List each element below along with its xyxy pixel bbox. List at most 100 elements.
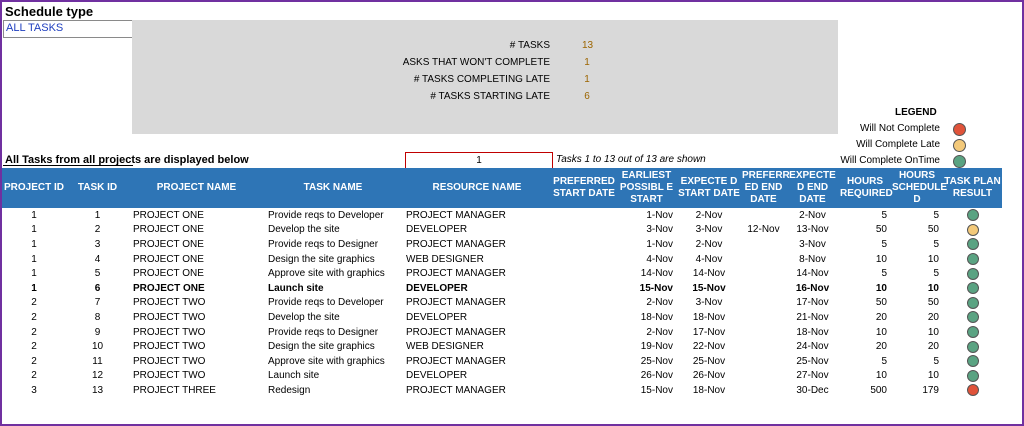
table-row[interactable]: 1 1 PROJECT ONE Provide reqs to Developer PR… xyxy=(2,208,1002,223)
table-row[interactable]: 1 2 PROJECT ONE Develop the site DEVELOPER 3-… xyxy=(2,223,1002,238)
cell-pref-start xyxy=(552,266,616,281)
yellow-dot-icon xyxy=(953,139,966,152)
legend-label-complete-ontime: Will Complete OnTime xyxy=(840,155,940,166)
cell-pref-start xyxy=(552,310,616,325)
col-header[interactable]: RESOURCE NAME xyxy=(402,168,552,208)
cell-task-plan-result xyxy=(943,383,1002,398)
cell-expected-end: 25-Nov xyxy=(796,355,829,367)
cell-project-id: 1 xyxy=(31,268,37,280)
cell-task-name: Launch site xyxy=(268,370,320,382)
cell-task-plan-result xyxy=(943,369,1002,384)
cell-project-name: PROJECT ONE xyxy=(133,209,204,221)
table-row[interactable]: 1 5 PROJECT ONE Approve site with graphics P… xyxy=(2,266,1002,281)
cell-project-name: PROJECT TWO xyxy=(133,326,206,338)
cell-hours-scheduled: 10 xyxy=(927,370,939,382)
table-row[interactable]: 2 7 PROJECT TWO Provide reqs to Developer PR… xyxy=(2,296,1002,311)
col-header[interactable]: EXPECTE D END DATE xyxy=(786,168,839,208)
cell-pref-end xyxy=(741,310,786,325)
cell-task-plan-result xyxy=(943,339,1002,354)
legend-label-complete-late: Will Complete Late xyxy=(856,139,940,150)
col-header[interactable]: EXPECTE D START DATE xyxy=(677,168,741,208)
cell-task-plan-result xyxy=(943,266,1002,281)
cell-expected-start: 2-Nov xyxy=(695,238,723,250)
cell-pref-end xyxy=(741,339,786,354)
cell-pref-start xyxy=(552,369,616,384)
col-header[interactable]: PROJECT NAME xyxy=(129,168,264,208)
schedule-type-dropdown[interactable]: ALL TASKS xyxy=(3,20,151,38)
table-row[interactable]: 2 12 PROJECT TWO Launch site DEVELOPER 26-Nov… xyxy=(2,369,1002,384)
cell-hours-scheduled: 5 xyxy=(933,355,939,367)
col-header[interactable]: TASK NAME xyxy=(264,168,402,208)
cell-hours-required: 10 xyxy=(875,282,887,294)
table-row[interactable]: 1 3 PROJECT ONE Provide reqs to Designer PRO… xyxy=(2,237,1002,252)
cell-hours-scheduled: 20 xyxy=(927,311,939,323)
cell-task-id: 10 xyxy=(91,341,104,353)
cell-task-id: 12 xyxy=(91,370,104,382)
cell-expected-end: 24-Nov xyxy=(796,341,829,353)
table-row[interactable]: 2 8 PROJECT TWO Develop the site DEVELOPER 18… xyxy=(2,310,1002,325)
cell-resource: WEB DESIGNER xyxy=(406,341,484,353)
cell-hours-required: 500 xyxy=(870,384,887,396)
cell-task-plan-result xyxy=(943,223,1002,238)
cell-project-id: 1 xyxy=(31,282,37,294)
col-header[interactable]: TASK ID xyxy=(66,168,129,208)
cell-earliest-start: 15-Nov xyxy=(640,384,673,396)
cell-earliest-start: 2-Nov xyxy=(646,297,673,309)
cell-project-name: PROJECT TWO xyxy=(133,297,206,309)
col-header[interactable]: PREFERRED START DATE xyxy=(552,168,616,208)
cell-expected-end: 30-Dec xyxy=(796,384,829,396)
cell-task-id: 9 xyxy=(94,326,101,338)
green-status-dot-icon xyxy=(966,355,979,368)
cell-hours-required: 10 xyxy=(875,253,887,265)
table-row[interactable]: 1 6 PROJECT ONE Launch site DEVELOPER 15-Nov 1… xyxy=(2,281,1002,296)
cell-hours-scheduled: 179 xyxy=(922,384,939,396)
cell-hours-scheduled: 20 xyxy=(927,341,939,353)
cell-expected-start: 18-Nov xyxy=(692,311,726,323)
cell-project-id: 2 xyxy=(31,326,37,338)
cell-task-plan-result xyxy=(943,310,1002,325)
green-status-dot-icon xyxy=(966,209,979,222)
cell-resource: PROJECT MANAGER xyxy=(406,326,506,338)
cell-expected-end: 2-Nov xyxy=(799,209,826,221)
col-header[interactable]: PROJECT ID xyxy=(2,168,66,208)
cell-project-name: PROJECT TWO xyxy=(133,370,206,382)
cell-task-id: 6 xyxy=(94,282,101,294)
cell-task-name: Approve site with graphics xyxy=(268,355,385,367)
table-row[interactable]: 2 10 PROJECT TWO Design the site graphics WE… xyxy=(2,339,1002,354)
red-dot-icon xyxy=(953,123,966,136)
cell-project-id: 2 xyxy=(31,297,37,309)
col-header[interactable]: HOURS REQUIRED xyxy=(839,168,893,208)
col-header[interactable]: HOURS SCHEDULE D xyxy=(891,168,947,208)
cell-resource: PROJECT MANAGER xyxy=(406,384,506,396)
cell-expected-start: 3-Nov xyxy=(695,224,723,236)
cell-task-plan-result xyxy=(943,208,1002,223)
cell-task-name: Provide reqs to Designer xyxy=(268,326,379,338)
cell-project-id: 1 xyxy=(31,253,37,265)
cell-earliest-start: 4-Nov xyxy=(646,253,673,265)
cell-pref-end xyxy=(741,354,786,369)
cell-hours-required: 10 xyxy=(875,370,887,382)
col-header[interactable]: EARLIEST POSSIBL E START xyxy=(616,168,677,208)
cell-hours-required: 5 xyxy=(881,209,887,221)
stat-label-tasks: # TASKS xyxy=(509,40,550,51)
table-row[interactable]: 2 11 PROJECT TWO Approve site with graphics… xyxy=(2,354,1002,369)
page-number-input[interactable]: 1 xyxy=(405,152,553,169)
col-header[interactable]: TASK PLAN RESULT xyxy=(943,168,1002,208)
green-status-dot-icon xyxy=(966,267,979,280)
schedule-type-value: ALL TASKS xyxy=(6,22,64,34)
cell-hours-scheduled: 5 xyxy=(933,209,939,221)
cell-resource: PROJECT MANAGER xyxy=(406,355,506,367)
stat-label-completing-late: # TASKS COMPLETING LATE xyxy=(413,74,550,85)
cell-expected-start: 15-Nov xyxy=(692,282,726,294)
cell-task-name: Design the site graphics xyxy=(268,253,375,265)
cell-expected-end: 14-Nov xyxy=(796,268,829,280)
red-status-dot-icon xyxy=(966,384,979,397)
table-row[interactable]: 3 13 PROJECT THREE Redesign PROJECT MANAGER 1… xyxy=(2,383,1002,398)
cell-project-name: PROJECT TWO xyxy=(133,341,206,353)
table-row[interactable]: 2 9 PROJECT TWO Provide reqs to Designer PRO… xyxy=(2,325,1002,340)
cell-task-id: 7 xyxy=(94,297,101,309)
stat-label-wont-complete: ASKS THAT WON'T COMPLETE xyxy=(402,57,550,68)
table-row[interactable]: 1 4 PROJECT ONE Design the site graphics WEB… xyxy=(2,252,1002,267)
cell-expected-start: 4-Nov xyxy=(695,253,723,265)
col-header[interactable]: PREFERR ED END DATE xyxy=(741,168,790,208)
